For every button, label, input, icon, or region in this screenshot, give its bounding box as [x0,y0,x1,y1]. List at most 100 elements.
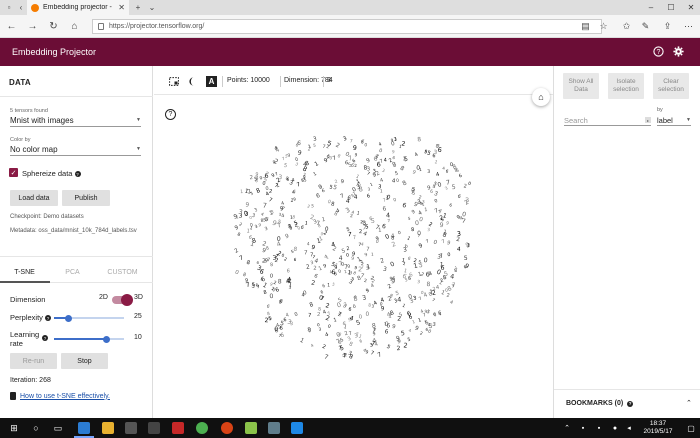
embedding-point[interactable]: 6 [345,160,349,166]
embedding-point[interactable]: 5 [277,219,283,226]
embedding-point[interactable]: 1 [356,210,361,217]
embedding-point[interactable]: 0 [294,311,299,318]
embedding-point[interactable]: 8 [245,260,251,267]
embedding-point[interactable]: 6 [321,283,326,290]
embedding-point[interactable]: 2 [321,344,326,351]
embedding-point[interactable]: 8 [263,290,267,297]
embedding-point[interactable]: 0 [467,181,472,188]
embedding-point[interactable]: 4 [280,200,285,207]
embedding-point[interactable]: 8 [255,187,261,195]
embedding-point[interactable]: 7 [304,250,308,256]
embedding-point[interactable]: 3 [278,174,283,181]
embedding-point[interactable]: 2 [334,179,339,186]
tab-pca[interactable]: PCA [50,264,95,280]
embedding-point[interactable]: 3 [251,213,256,220]
embedding-point[interactable]: 4 [325,332,330,339]
embedding-point[interactable]: 4 [378,141,383,148]
embedding-point[interactable]: 2 [380,257,386,265]
embedding-point[interactable]: 2 [238,221,243,228]
embedding-point[interactable]: 0 [265,186,269,192]
tray-up-icon[interactable]: ⌃ [560,421,574,435]
volume-icon[interactable]: ◂ [622,421,636,435]
embedding-point[interactable]: 9 [323,263,327,270]
embedding-point[interactable]: 9 [427,185,432,191]
embedding-point[interactable]: 8 [279,299,282,305]
embedding-point[interactable]: 4 [307,327,312,335]
embedding-point[interactable]: 4 [379,177,384,184]
embedding-point[interactable]: 2 [306,264,311,270]
embedding-point[interactable]: 0 [415,220,419,227]
embedding-point[interactable]: 7 [348,232,352,238]
embedding-point[interactable]: 2 [283,256,288,263]
embedding-point[interactable]: 1 [290,198,294,204]
tab-list-icon[interactable]: ▫ [3,0,15,15]
embedding-point[interactable]: 1 [333,317,337,323]
forward-arrow-icon[interactable]: → [25,19,40,34]
embedding-point[interactable]: 4 [260,211,265,217]
embedding-point[interactable]: 0 [389,261,396,269]
embedding-point[interactable]: 0 [447,252,451,258]
embedding-point[interactable]: 6 [402,202,408,210]
search-icon[interactable]: ○ [29,421,43,435]
embedding-point[interactable]: 4 [456,247,461,254]
embedding-point[interactable]: 6 [445,168,450,175]
back-arrow-icon[interactable]: ← [4,19,19,34]
embedding-point[interactable]: 1 [299,337,306,345]
embedding-point[interactable]: 0 [347,263,352,269]
help-icon[interactable]: ? [74,171,81,178]
embedding-point[interactable]: 9 [354,152,358,158]
embedding-point[interactable]: 4 [386,211,390,219]
night-mode-icon[interactable] [188,76,199,87]
embedding-point[interactable]: 8 [278,278,282,285]
embedding-point[interactable]: 4 [301,292,304,298]
embedding-point[interactable]: 4 [384,157,387,163]
embedding-point[interactable]: 9 [414,325,420,332]
embedding-point[interactable]: 2 [249,175,253,181]
embedding-point[interactable]: 1 [312,171,318,178]
embedding-point[interactable]: 4 [314,258,319,265]
embedding-point[interactable]: 5 [385,344,391,351]
embedding-point[interactable]: 2 [346,246,350,252]
task-view-icon[interactable]: ▭ [51,421,65,435]
embedding-point[interactable]: 8 [353,294,359,303]
embedding-point[interactable]: 1 [325,254,330,261]
embedding-point[interactable]: 9 [365,349,370,356]
app-icon[interactable] [148,422,160,434]
embedding-point[interactable]: 1 [275,183,280,190]
embedding-point[interactable]: 9 [311,245,316,252]
embedding-point[interactable]: 0 [408,294,413,301]
embedding-point[interactable]: 0 [317,322,320,327]
tsne-scatter-plot[interactable]: 5044278644293997684146034 954106355502676… [154,95,553,418]
embedding-point[interactable]: 5 [283,163,288,170]
embedding-point[interactable]: 0 [269,293,274,300]
tray-app-icon[interactable]: ▪ [576,421,590,435]
stop-button[interactable]: Stop [61,353,108,369]
box-select-icon[interactable] [168,76,179,87]
embedding-point[interactable]: 2 [463,183,467,189]
embedding-point[interactable]: 6 [293,257,297,262]
home-browser-icon[interactable]: ⌂ [67,19,82,34]
embedding-point[interactable]: 6 [407,256,412,263]
tab-custom[interactable]: CUSTOM [100,264,145,280]
embedding-point[interactable]: 9 [418,243,424,250]
embedding-point[interactable]: 9 [411,209,416,216]
color-by-select[interactable]: No color map ▼ [10,143,141,156]
embedding-point[interactable]: 0 [437,181,443,189]
app-icon[interactable] [221,422,233,434]
embedding-point[interactable]: 2 [446,293,450,299]
embedding-point[interactable]: 1 [304,220,308,226]
embedding-point[interactable]: 2 [313,266,317,272]
chrome-icon[interactable] [196,422,208,434]
embedding-point[interactable]: 4 [380,297,386,304]
embedding-point[interactable]: 4 [414,152,420,159]
embedding-point[interactable]: 9 [446,240,451,247]
tsne-help-link[interactable]: How to use t-SNE effectively. [20,393,110,400]
embedding-point[interactable]: 3 [264,226,269,233]
help-icon[interactable]: ? [42,335,48,341]
embedding-point[interactable]: 0 [434,198,439,205]
embedding-point[interactable]: 9 [351,256,354,262]
embedding-point[interactable]: 6 [320,289,325,295]
embedding-point[interactable]: 8 [309,302,315,309]
embedding-point[interactable]: 7 [316,221,320,227]
embedding-point[interactable]: 9 [258,222,261,227]
